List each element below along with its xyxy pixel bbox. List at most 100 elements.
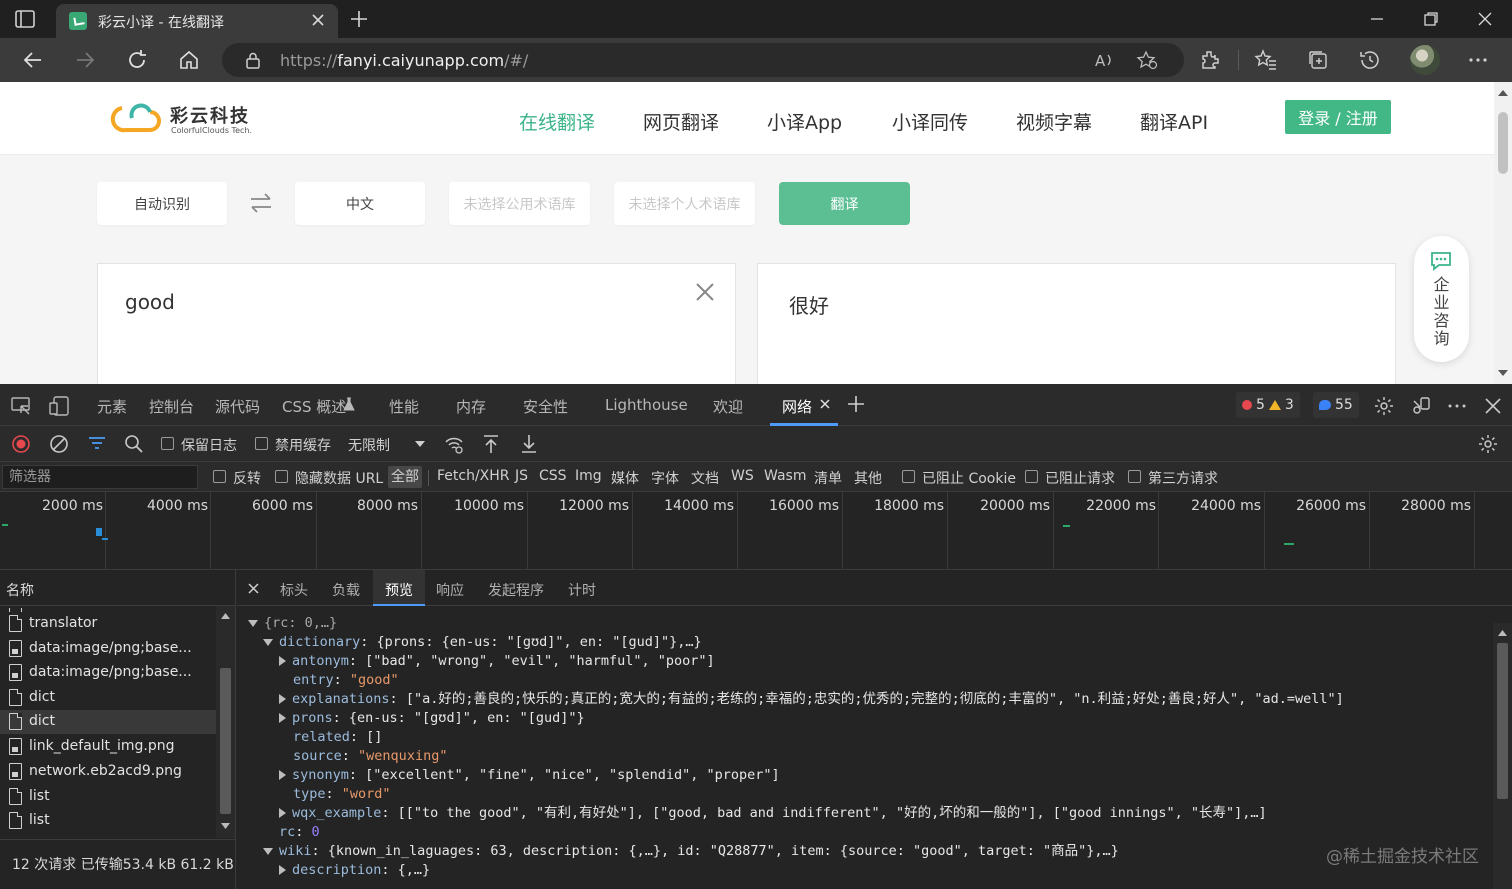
search-icon[interactable] — [123, 433, 145, 455]
preserve-log-label[interactable]: 保留日志 — [181, 435, 237, 455]
json-preview[interactable]: {rc: 0,…} dictionary: {prons: {en-us: "[… — [237, 607, 1492, 889]
add-favorite-icon[interactable] — [1136, 50, 1158, 70]
personal-glossary-select[interactable]: 未选择个人术语库 — [614, 182, 755, 225]
json-node-synonym[interactable]: synonym: ["excellent", "fine", "nice", "… — [279, 766, 780, 785]
scroll-up-arrow-icon[interactable] — [1497, 629, 1508, 637]
filter-type-js[interactable]: JS — [515, 468, 528, 484]
tab-security[interactable]: 安全性 — [523, 396, 568, 417]
back-arrow-icon[interactable] — [21, 48, 45, 72]
tab-timing[interactable]: 计时 — [568, 580, 596, 600]
restore-icon[interactable] — [1420, 8, 1442, 30]
tab-close-icon[interactable] — [308, 10, 328, 30]
list-item-selected[interactable]: dict — [0, 710, 216, 734]
favorites-icon[interactable] — [1254, 48, 1278, 72]
tab-console[interactable]: 控制台 — [149, 396, 194, 417]
json-root-node[interactable]: {rc: 0,…} — [248, 614, 337, 633]
json-node-explanations[interactable]: explanations: ["a.好的;善良的;快乐的;真正的;宽大的;有益的… — [279, 690, 1344, 709]
filter-type-media[interactable]: 媒体 — [611, 468, 639, 488]
issues-badge[interactable]: 5 3 — [1236, 392, 1300, 418]
list-item[interactable]: translator — [0, 612, 216, 636]
filter-type-font[interactable]: 字体 — [651, 468, 679, 488]
source-text-panel[interactable]: good — [97, 263, 736, 384]
preview-scrollbar[interactable] — [1493, 623, 1512, 889]
filter-type-img[interactable]: Img — [575, 468, 602, 484]
chevron-down-icon[interactable] — [412, 436, 428, 452]
nav-online-translate[interactable]: 在线翻译 — [519, 108, 595, 135]
name-column-header[interactable]: 名称 — [0, 570, 236, 606]
preview-scroll-thumb[interactable] — [1497, 643, 1508, 799]
translate-button[interactable]: 翻译 — [779, 182, 910, 225]
invert-checkbox[interactable] — [213, 470, 226, 483]
filter-type-ws[interactable]: WS — [731, 468, 754, 484]
detail-close-icon[interactable] — [247, 582, 260, 595]
tab-preview[interactable]: 预览 — [385, 580, 413, 600]
nav-translate-api[interactable]: 翻译API — [1140, 108, 1208, 135]
collapse-arrow-icon[interactable] — [279, 808, 286, 818]
collapse-arrow-icon[interactable] — [279, 713, 286, 723]
more-tools-plus-icon[interactable] — [846, 394, 866, 414]
tab-actions-icon[interactable] — [14, 9, 36, 29]
inspect-element-icon[interactable] — [10, 395, 32, 417]
devtools-more-icon[interactable] — [1446, 395, 1468, 417]
lock-icon[interactable] — [244, 51, 262, 69]
page-scrollbar[interactable] — [1494, 82, 1512, 384]
collapse-arrow-icon[interactable] — [279, 656, 286, 666]
nav-simultaneous[interactable]: 小译同传 — [892, 108, 968, 135]
list-item[interactable]: list — [0, 785, 216, 809]
browser-tab-active[interactable]: 彩云小译 - 在线翻译 — [56, 4, 338, 38]
scroll-down-arrow-icon[interactable] — [1498, 370, 1508, 376]
url-text[interactable]: https://fanyi.caiyunapp.com/#/ — [280, 51, 528, 70]
json-node-description[interactable]: description: {,…} — [279, 861, 430, 880]
public-glossary-select[interactable]: 未选择公用术语库 — [449, 182, 590, 225]
disable-cache-checkbox[interactable] — [255, 437, 268, 450]
invert-label[interactable]: 反转 — [233, 468, 261, 488]
new-tab-icon[interactable] — [348, 8, 370, 30]
request-list-scrollbar[interactable] — [216, 606, 235, 838]
list-item[interactable]: network.eb2acd9.png — [0, 760, 216, 784]
blocked-requests-checkbox[interactable] — [1025, 470, 1038, 483]
network-timeline-overview[interactable]: 2000 ms 4000 ms 6000 ms 8000 ms 10000 ms… — [0, 492, 1512, 570]
home-icon[interactable] — [177, 48, 201, 72]
url-bar[interactable]: https://fanyi.caiyunapp.com/#/ A — [222, 43, 1184, 77]
collapse-arrow-icon[interactable] — [279, 770, 286, 780]
export-har-icon[interactable] — [518, 433, 540, 455]
request-list-scroll-thumb[interactable] — [220, 668, 231, 814]
json-node-wqx-example[interactable]: wqx_example: [["to the good", "有利,有好处"],… — [279, 804, 1267, 823]
login-register-button[interactable]: 登录 / 注册 — [1285, 100, 1391, 134]
logo-title[interactable]: 彩云科技 — [170, 102, 250, 128]
list-item[interactable]: data:image/png;base... — [0, 661, 216, 685]
tab-payload[interactable]: 负载 — [332, 580, 360, 600]
swap-languages-icon[interactable] — [248, 192, 274, 214]
network-tab-close-icon[interactable] — [818, 397, 832, 411]
tab-performance[interactable]: 性能 — [389, 396, 419, 417]
profile-avatar[interactable] — [1410, 45, 1440, 75]
tab-headers[interactable]: 标头 — [280, 580, 308, 600]
window-close-icon[interactable] — [1474, 8, 1496, 30]
expand-arrow-icon[interactable] — [263, 847, 273, 855]
network-settings-gear-icon[interactable] — [1477, 433, 1499, 455]
third-party-checkbox[interactable] — [1128, 470, 1141, 483]
refresh-icon[interactable] — [125, 48, 149, 72]
history-icon[interactable] — [1358, 48, 1382, 72]
json-node-wiki[interactable]: wiki: {known_in_laguages: 63, descriptio… — [263, 842, 1119, 861]
filter-type-manifest[interactable]: 清单 — [814, 468, 842, 488]
tab-css-overview[interactable]: CSS 概述 — [282, 396, 346, 417]
filter-type-all[interactable]: 全部 — [388, 466, 422, 488]
source-language-select[interactable]: 自动识别 — [97, 182, 227, 225]
expand-arrow-icon[interactable] — [263, 638, 273, 646]
filter-funnel-icon[interactable] — [86, 433, 108, 455]
clear-log-icon[interactable] — [48, 433, 70, 455]
tab-welcome[interactable]: 欢迎 — [713, 396, 743, 417]
json-node-prons[interactable]: prons: {en-us: "[gʊd]", en: "[gud]"} — [279, 709, 585, 728]
scroll-down-arrow-icon[interactable] — [220, 822, 231, 830]
devtools-close-icon[interactable] — [1482, 395, 1504, 417]
device-toolbar-icon[interactable] — [48, 395, 70, 417]
messages-badge[interactable]: 55 — [1313, 392, 1359, 418]
list-item[interactable]: link_default_img.png — [0, 735, 216, 759]
forward-arrow-icon[interactable] — [73, 48, 97, 72]
source-text[interactable]: good — [125, 290, 175, 314]
list-item[interactable]: list — [0, 809, 216, 833]
collapse-arrow-icon[interactable] — [279, 694, 286, 704]
blocked-cookies-checkbox[interactable] — [902, 470, 915, 483]
remote-devices-icon[interactable] — [1410, 395, 1432, 417]
